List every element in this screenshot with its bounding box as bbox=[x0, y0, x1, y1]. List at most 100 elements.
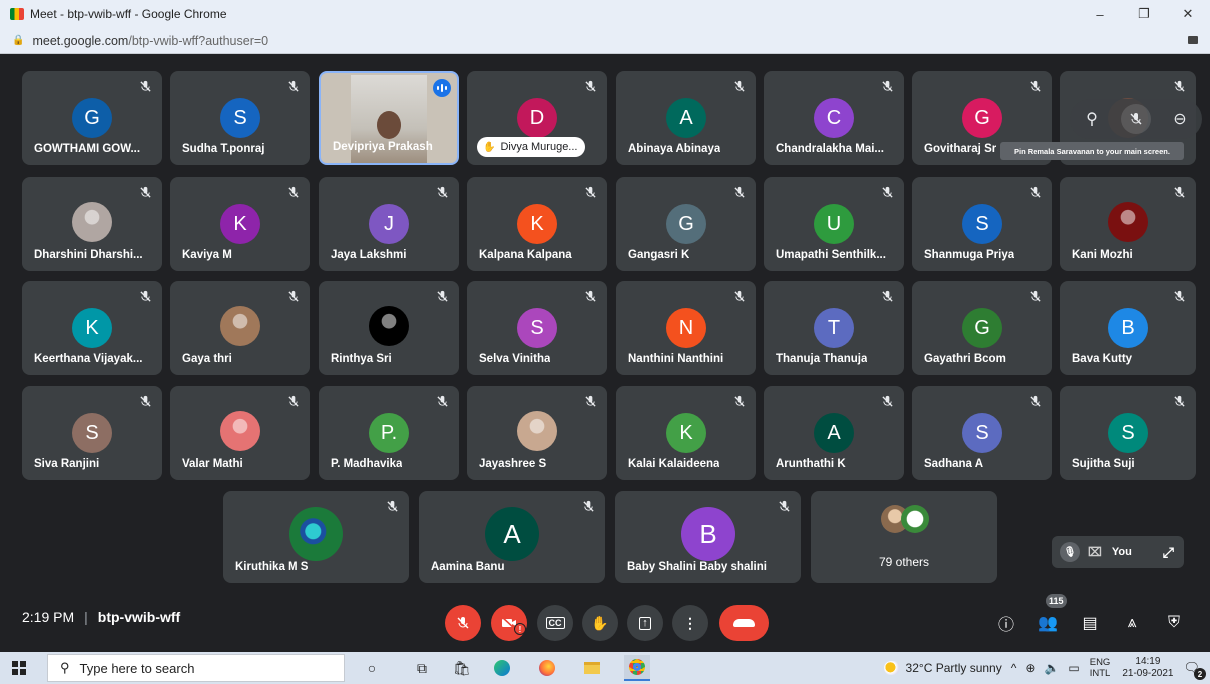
windows-taskbar: ⚲ Type here to search ○ ⧉ 🛍 32°C Partly … bbox=[0, 652, 1210, 684]
participant-tile[interactable]: G Gayathri Bcom bbox=[912, 281, 1052, 375]
participant-name: Aamina Banu bbox=[431, 561, 505, 573]
weather-widget[interactable]: 32°C Partly sunny bbox=[883, 661, 1002, 675]
clock-date: 21-09-2021 bbox=[1122, 668, 1174, 679]
participant-name: Gayathri Bcom bbox=[924, 353, 1006, 365]
participant-tile[interactable]: S Sudha T.ponraj bbox=[170, 71, 310, 165]
participant-tile[interactable]: Rinthya Sri bbox=[319, 281, 459, 375]
participant-name: Baby Shalini Baby shalini bbox=[627, 561, 767, 573]
participant-tile[interactable]: S Selva Vinitha bbox=[467, 281, 607, 375]
activities-icon: ⩓ bbox=[1127, 614, 1137, 631]
captions-button[interactable]: CC bbox=[537, 605, 573, 641]
firefox-icon[interactable] bbox=[537, 658, 557, 678]
leave-call-button[interactable] bbox=[719, 605, 769, 641]
store-icon[interactable]: 🛍 bbox=[452, 658, 472, 678]
participant-tile[interactable]: Kani Mozhi bbox=[1060, 177, 1196, 271]
participant-tile[interactable]: N Nanthini Nanthini bbox=[616, 281, 756, 375]
pin-icon[interactable]: ⚲ bbox=[1077, 104, 1107, 134]
mic-off-icon bbox=[1028, 185, 1042, 199]
participant-tile[interactable]: A Arunthathi K bbox=[764, 386, 904, 480]
mute-participant-icon[interactable] bbox=[1121, 104, 1151, 134]
meeting-details-button[interactable]: ⓘ bbox=[992, 609, 1020, 637]
notification-count: 2 bbox=[1194, 668, 1206, 680]
present-screen-icon: ↑ bbox=[639, 616, 651, 630]
participant-tile[interactable]: K Kaviya M bbox=[170, 177, 310, 271]
people-button[interactable]: 👥 bbox=[1034, 609, 1062, 637]
chat-button[interactable]: ▤ bbox=[1076, 609, 1104, 637]
microphone-toggle-button[interactable] bbox=[445, 605, 481, 641]
participant-tile[interactable]: K Kalai Kalaideena bbox=[616, 386, 756, 480]
participant-tile[interactable]: Devipriya Prakash bbox=[319, 71, 459, 165]
host-controls-button[interactable]: ⛨ bbox=[1160, 609, 1188, 637]
participant-tile[interactable]: U Umapathi Senthilk... bbox=[764, 177, 904, 271]
ime-icon[interactable]: ▭ bbox=[1068, 661, 1079, 675]
remove-icon[interactable]: ⊖ bbox=[1165, 104, 1195, 134]
raise-hand-button[interactable]: ✋ bbox=[582, 605, 618, 641]
participant-tile[interactable]: Valar Mathi bbox=[170, 386, 310, 480]
volume-icon[interactable]: 🔈 bbox=[1044, 661, 1059, 675]
participant-tile[interactable]: A Aamina Banu bbox=[419, 491, 605, 583]
avatar: U bbox=[814, 204, 854, 244]
url-text[interactable]: meet.google.com/btp-vwib-wff?authuser=0 bbox=[32, 34, 268, 48]
avatar: C bbox=[814, 98, 854, 138]
notification-center-icon[interactable]: 🗨 2 bbox=[1183, 660, 1206, 680]
participant-tile[interactable]: S Sujitha Suji bbox=[1060, 386, 1196, 480]
mic-off-icon bbox=[138, 79, 152, 93]
participant-tile[interactable]: D ✋ Divya Muruge... bbox=[467, 71, 607, 165]
present-button[interactable]: ↑ bbox=[627, 605, 663, 641]
avatar: S bbox=[72, 413, 112, 453]
network-icon[interactable]: ⊕ bbox=[1025, 661, 1035, 675]
others-tile[interactable]: 79 others bbox=[811, 491, 997, 583]
close-button[interactable]: ✕ bbox=[1166, 0, 1210, 28]
edge-icon[interactable] bbox=[492, 658, 512, 678]
participant-tile[interactable]: Jayashree S bbox=[467, 386, 607, 480]
restore-button[interactable]: ❐ bbox=[1122, 0, 1166, 28]
activities-button[interactable]: ⩓ bbox=[1118, 609, 1146, 637]
participant-tile[interactable]: C Chandralakha Mai... bbox=[764, 71, 904, 165]
participant-tile[interactable]: Dharshini Dharshi... bbox=[22, 177, 162, 271]
task-view-icon[interactable]: ⧉ bbox=[412, 658, 432, 678]
avatar: A bbox=[485, 507, 539, 561]
call-controls-bar: 2:19 PM | btp-vwib-wff ! CC ✋ ↑ ⋮ ⓘ 👥 11… bbox=[0, 594, 1210, 652]
taskbar-clock[interactable]: 14:19 21-09-2021 bbox=[1122, 656, 1173, 680]
expand-icon[interactable]: ⤢ bbox=[1163, 544, 1174, 561]
participant-name: Bava Kutty bbox=[1072, 353, 1133, 365]
participant-tile[interactable]: S Sadhana A bbox=[912, 386, 1052, 480]
minimize-button[interactable]: – bbox=[1078, 0, 1122, 28]
participant-tile[interactable]: B Bava Kutty bbox=[1060, 281, 1196, 375]
avatar: J bbox=[369, 204, 409, 244]
cortana-icon[interactable]: ○ bbox=[362, 658, 382, 678]
taskbar-search-box[interactable]: ⚲ Type here to search bbox=[47, 654, 345, 682]
more-options-button[interactable]: ⋮ bbox=[672, 605, 708, 641]
participant-tile[interactable]: G GOWTHAMI GOW... bbox=[22, 71, 162, 165]
camera-in-use-icon[interactable] bbox=[1188, 36, 1198, 44]
participant-tile[interactable]: G Gangasri K bbox=[616, 177, 756, 271]
participant-tile[interactable]: P. P. Madhavika bbox=[319, 386, 459, 480]
participant-tile[interactable]: Gaya thri bbox=[170, 281, 310, 375]
pin-tooltip: Pin Remala Saravanan to your main screen… bbox=[1000, 142, 1184, 160]
participant-name: Jayashree S bbox=[479, 458, 547, 470]
participant-tile[interactable]: S Shanmuga Priya bbox=[912, 177, 1052, 271]
participant-name: Kani Mozhi bbox=[1072, 249, 1133, 261]
participant-name: Kalpana Kalpana bbox=[479, 249, 572, 261]
participant-tile[interactable]: K Keerthana Vijayak... bbox=[22, 281, 162, 375]
mic-off-icon bbox=[1172, 185, 1186, 199]
participant-tile[interactable]: Kiruthika M S bbox=[223, 491, 409, 583]
chevron-up-icon[interactable]: ^ bbox=[1011, 661, 1017, 675]
mic-off-icon bbox=[435, 289, 449, 303]
participant-tile[interactable]: K Kalpana Kalpana bbox=[467, 177, 607, 271]
participant-tile[interactable]: A Abinaya Abinaya bbox=[616, 71, 756, 165]
windows-start-icon[interactable] bbox=[12, 661, 26, 675]
self-view-tile[interactable]: 🎙 ⌧ You ⤢ bbox=[1052, 536, 1184, 568]
participant-name: Sujitha Suji bbox=[1072, 458, 1135, 470]
chat-icon: ▤ bbox=[1082, 615, 1098, 632]
participant-tile[interactable]: S Siva Ranjini bbox=[22, 386, 162, 480]
participant-tile[interactable]: T Thanuja Thanuja bbox=[764, 281, 904, 375]
file-explorer-icon[interactable] bbox=[582, 658, 602, 678]
participant-tile[interactable]: J Jaya Lakshmi bbox=[319, 177, 459, 271]
address-bar[interactable]: 🔒 meet.google.com/btp-vwib-wff?authuser=… bbox=[0, 28, 1210, 54]
tile-hover-controls: ⚲ ⊖ bbox=[1070, 99, 1202, 139]
chrome-taskbar-icon[interactable] bbox=[624, 655, 650, 681]
participant-tile[interactable]: B Baby Shalini Baby shalini bbox=[615, 491, 801, 583]
lang-bottom: INTL bbox=[1089, 668, 1111, 679]
language-indicator[interactable]: ENG INTL bbox=[1090, 657, 1111, 679]
